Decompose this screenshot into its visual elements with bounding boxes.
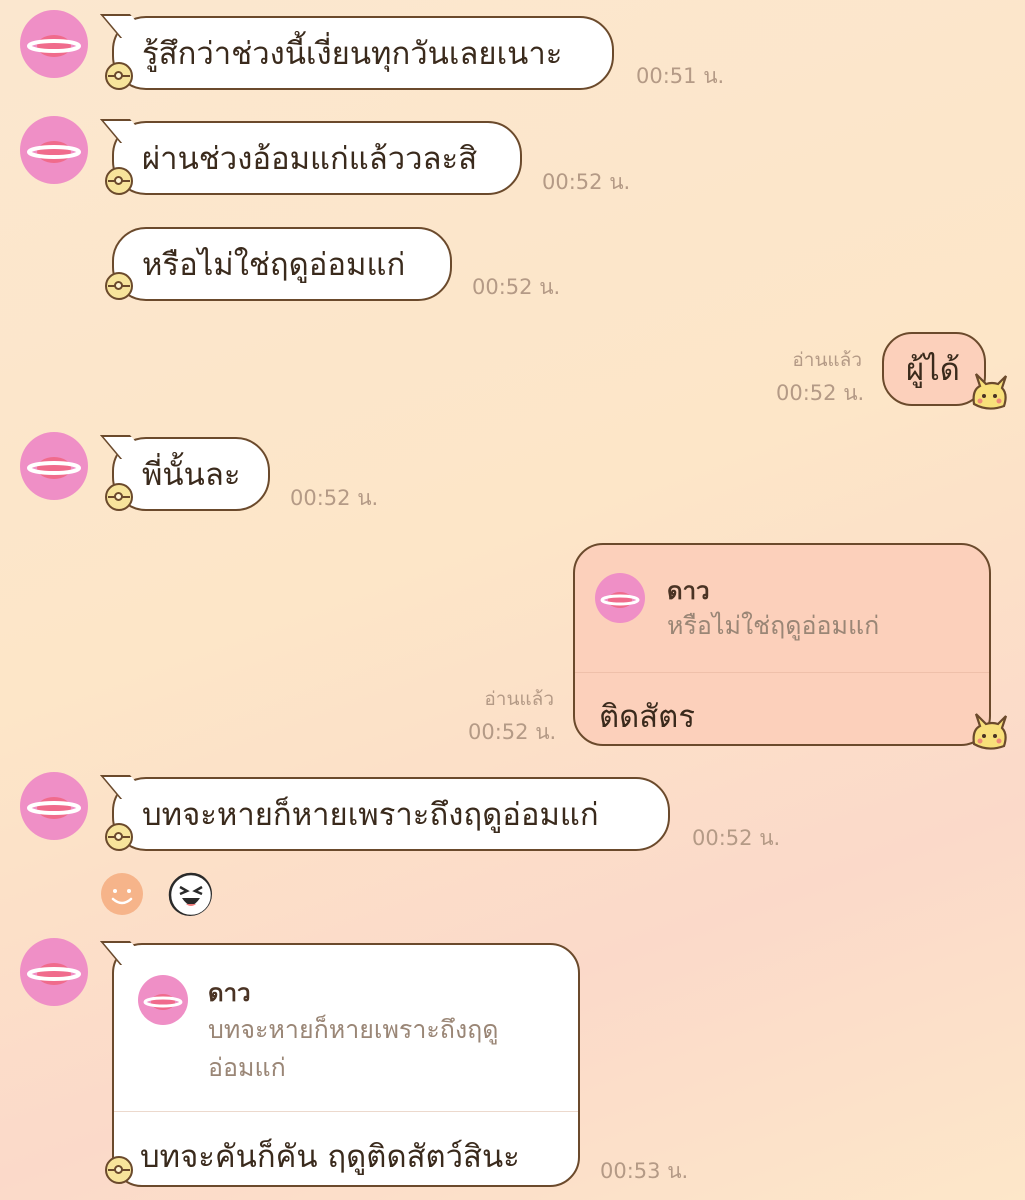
message-text: รู้สึกว่าช่วงนี้เงี่ยนทุกวันเลยเนาะ: [142, 36, 563, 72]
contact-avatar[interactable]: [20, 116, 88, 184]
pokeball-icon: [105, 1156, 133, 1184]
pikachu-icon: [972, 713, 1008, 750]
message-text: ผ่านช่วงอ้อมแก่แล้ววละสิ: [142, 141, 478, 177]
quoted-line: อ่อมแก่: [208, 1053, 286, 1082]
pokeball-icon: [105, 823, 133, 851]
pokeball-icon: [105, 483, 133, 511]
message-bubble[interactable]: ผ่านช่วงอ้อมแก่แล้ววละสิ: [112, 121, 522, 195]
contact-avatar[interactable]: [20, 432, 88, 500]
planet-icon: [143, 994, 183, 1010]
message-text: หรือไม่ใช่ฤดูอ่อมแก่: [142, 247, 406, 283]
pokeball-icon: [105, 167, 133, 195]
quoted-message-text: บทจะหายก็หายเพราะถึงฤดู อ่อมแก่: [208, 1011, 499, 1087]
contact-avatar[interactable]: [20, 772, 88, 840]
message-time: 00:52 น.: [468, 720, 557, 744]
quoted-sender-name: ดาว: [208, 979, 251, 1007]
planet-icon: [27, 141, 81, 163]
reply-divider: [575, 672, 989, 673]
reply-divider: [114, 1111, 578, 1112]
message-text: พี่นั้นละ: [142, 457, 241, 493]
message-text: ติดสัตร: [599, 699, 695, 735]
contact-avatar[interactable]: [20, 938, 88, 1006]
quoted-avatar: [595, 573, 645, 623]
planet-icon: [27, 457, 81, 479]
planet-icon: [27, 35, 81, 57]
message-time: 00:52 น.: [542, 170, 631, 194]
pokeball-icon: [105, 62, 133, 90]
planet-icon: [600, 592, 640, 608]
message-text: บทจะหายก็หายเพราะถึงฤดูอ่อมแก่: [142, 797, 599, 833]
contact-avatar[interactable]: [20, 10, 88, 78]
planet-icon: [27, 963, 81, 985]
message-time: 00:52 น.: [290, 486, 379, 510]
laugh-reaction-icon[interactable]: [168, 872, 212, 916]
message-text: บทจะคันก็คัน ฤดูติดสัตว์สินะ: [140, 1139, 520, 1175]
pokeball-icon: [105, 272, 133, 300]
planet-icon: [27, 797, 81, 819]
outgoing-reply-bubble[interactable]: ดาว หรือไม่ใช่ฤดูอ่อมแก่ ติดสัตร: [573, 543, 991, 746]
message-bubble[interactable]: บทจะหายก็หายเพราะถึงฤดูอ่อมแก่: [112, 777, 670, 851]
message-time: 00:52 น.: [472, 275, 561, 299]
message-time: 00:51 น.: [636, 64, 725, 88]
read-status: อ่านแล้ว: [792, 349, 862, 371]
message-time: 00:53 น.: [600, 1159, 689, 1183]
message-text: ผู้ได้: [906, 352, 960, 388]
message-bubble[interactable]: พี่นั้นละ: [112, 437, 270, 511]
pikachu-icon: [972, 373, 1008, 410]
smile-reaction-icon[interactable]: [100, 872, 144, 916]
message-time: 00:52 น.: [776, 381, 865, 405]
read-status: อ่านแล้ว: [484, 688, 554, 710]
quoted-avatar: [138, 975, 188, 1025]
reply-message-bubble[interactable]: ดาว บทจะหายก็หายเพราะถึงฤดู อ่อมแก่ บทจะ…: [112, 943, 580, 1187]
quoted-line: บทจะหายก็หายเพราะถึงฤดู: [208, 1015, 499, 1044]
message-time: 00:52 น.: [692, 826, 781, 850]
quoted-message-text: หรือไม่ใช่ฤดูอ่อมแก่: [667, 611, 880, 640]
message-bubble[interactable]: หรือไม่ใช่ฤดูอ่อมแก่: [112, 227, 452, 301]
quoted-sender-name: ดาว: [667, 577, 710, 605]
message-bubble[interactable]: รู้สึกว่าช่วงนี้เงี่ยนทุกวันเลยเนาะ: [112, 16, 614, 90]
